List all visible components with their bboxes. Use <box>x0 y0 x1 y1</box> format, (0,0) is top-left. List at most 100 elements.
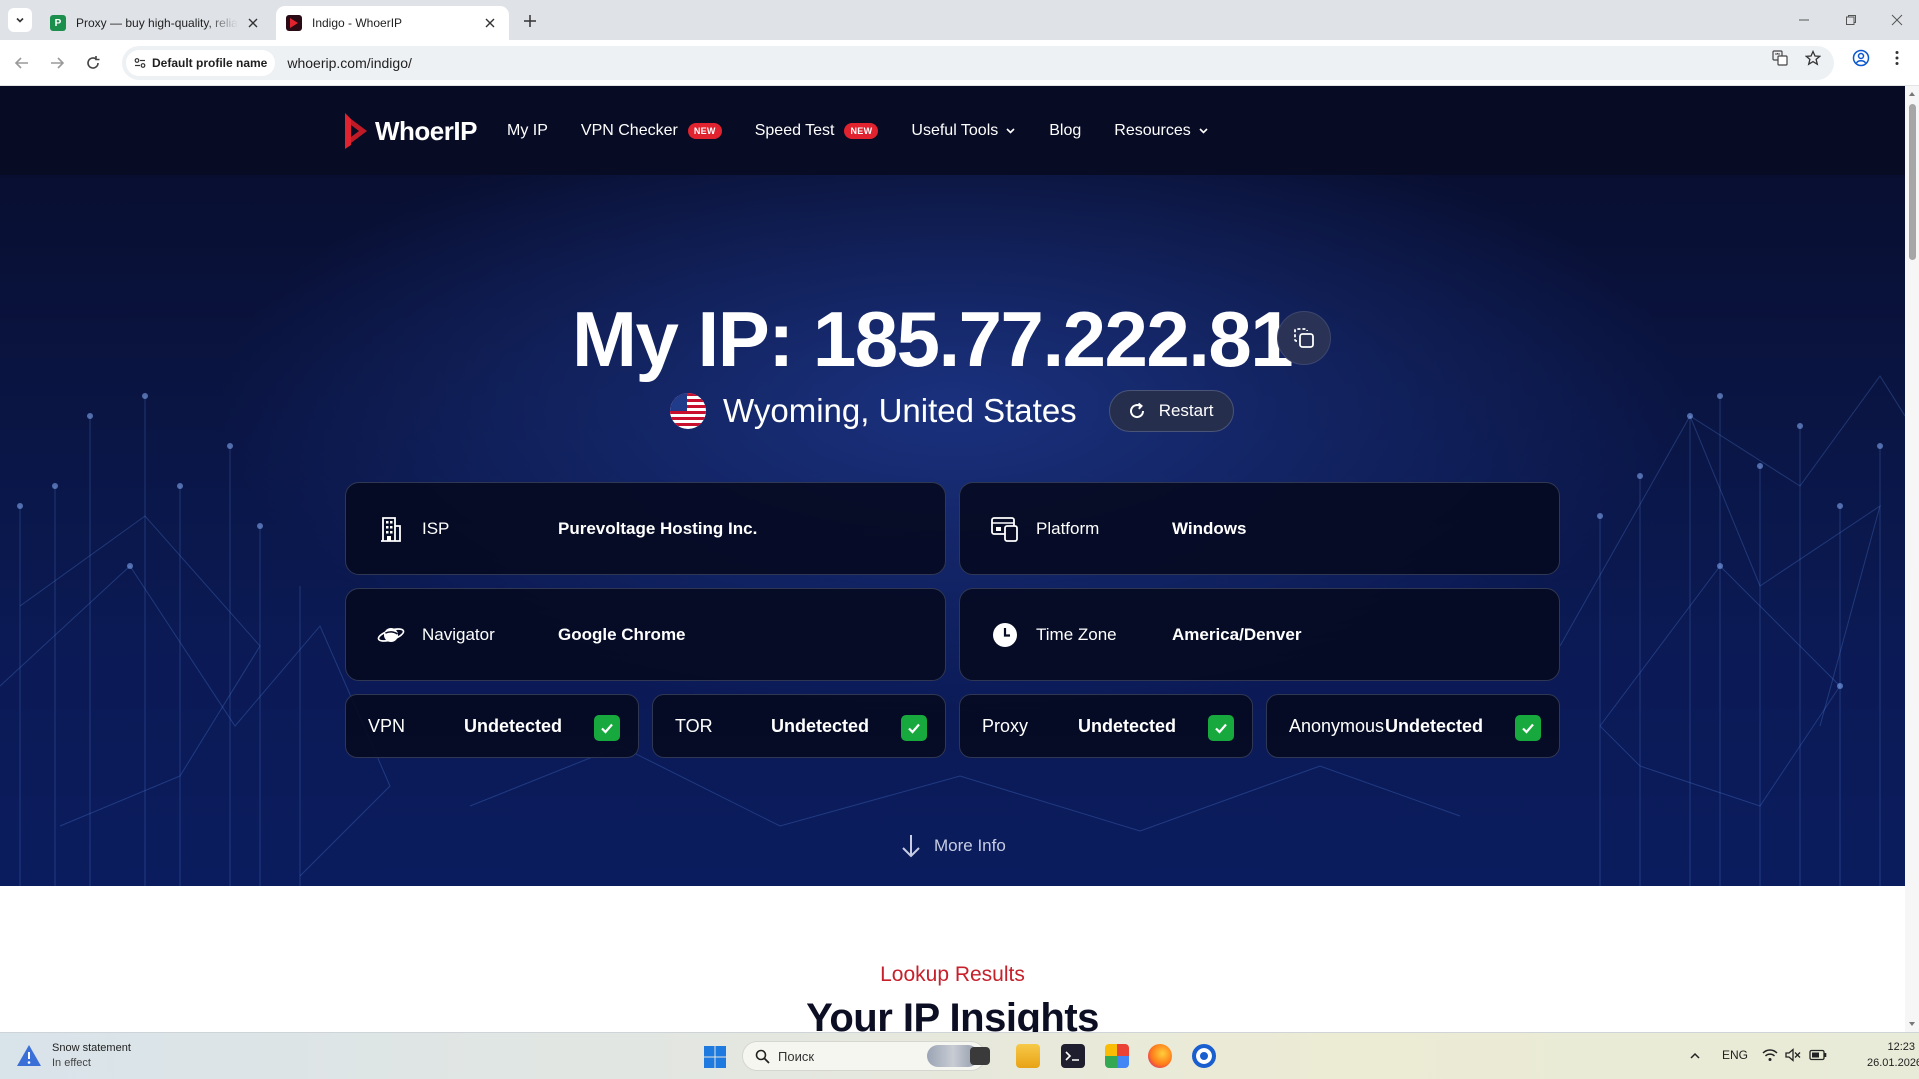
new-tab-button[interactable] <box>518 9 542 33</box>
location-text: Wyoming, United States <box>723 392 1077 429</box>
nav-speed-test[interactable]: Speed Test NEW <box>755 122 879 140</box>
checkmark-icon <box>1515 715 1541 741</box>
nav-label: Useful Tools <box>911 121 999 139</box>
restore-icon <box>1846 15 1856 25</box>
detection-label: Anonymous <box>1289 716 1385 736</box>
reload-button[interactable] <box>81 51 105 75</box>
search-placeholder: Поиск <box>778 1048 815 1064</box>
taskbar-search-box[interactable]: Поиск <box>742 1041 986 1071</box>
system-clock[interactable]: 12:23 26.01.2026 <box>1867 1039 1919 1071</box>
profile-name: Default profile name <box>152 56 268 70</box>
detection-label: VPN <box>368 716 406 736</box>
location-row: Wyoming, United States Restart <box>670 389 1235 433</box>
checkmark-icon <box>1208 715 1234 741</box>
platform-card: Platform Windows <box>959 482 1560 575</box>
main-nav: My IP VPN Checker NEW Speed Test NEW Usefu… <box>507 86 1242 175</box>
volume-muted-icon[interactable] <box>1785 1048 1801 1062</box>
isp-label: ISP <box>422 518 450 538</box>
plus-icon <box>524 15 536 27</box>
bookmark-button[interactable] <box>1802 47 1824 69</box>
nav-label: Speed Test <box>754 121 835 139</box>
nav-blog[interactable]: Blog <box>1049 122 1081 140</box>
chevron-down-icon <box>1006 128 1015 134</box>
new-badge: NEW <box>844 122 879 139</box>
whoerip-logo[interactable]: WhoerIP <box>343 111 477 151</box>
task-view-icon[interactable] <box>970 1047 990 1065</box>
minimize-window-button[interactable] <box>1790 8 1818 32</box>
vpn-detection-card: VPN Undetected <box>345 694 639 758</box>
wifi-icon[interactable] <box>1762 1048 1778 1062</box>
language-indicator[interactable]: ENG <box>1722 1048 1748 1062</box>
scroll-down-arrow-icon <box>1909 1022 1915 1026</box>
detection-value: Undetected <box>463 716 562 736</box>
platform-value: Windows <box>1172 518 1247 538</box>
proxy-detection-card: Proxy Undetected <box>959 694 1253 758</box>
nav-resources[interactable]: Resources <box>1114 122 1208 140</box>
browser-menu-button[interactable] <box>1886 47 1908 69</box>
browser-toolbar: Default profile name whoerip.com/indigo/ <box>0 40 1919 86</box>
profile-button[interactable] <box>1850 47 1872 69</box>
browser-planet-icon <box>377 621 405 649</box>
tab-proxy[interactable]: P Proxy — buy high-quality, reliable pro… <box>40 6 272 40</box>
detection-label: Proxy <box>982 716 1029 736</box>
copy-ip-button[interactable] <box>1277 311 1331 365</box>
nav-vpn-checker[interactable]: VPN Checker NEW <box>581 122 722 140</box>
close-tab-button[interactable] <box>244 14 262 32</box>
whoerip-favicon-icon <box>286 15 302 31</box>
tab-whoerip[interactable]: Indigo - WhoerIP <box>276 6 509 40</box>
scrollbar-thumb[interactable] <box>1909 104 1916 260</box>
close-tab-button[interactable] <box>481 14 499 32</box>
close-icon <box>485 18 495 28</box>
scroll-up-arrow-icon <box>1909 92 1915 96</box>
nav-label: VPN Checker <box>580 121 678 139</box>
refresh-icon <box>1129 402 1144 419</box>
chevron-down-icon <box>1199 128 1208 134</box>
chevron-up-icon[interactable] <box>1689 1050 1701 1062</box>
clock-time: 12:23 <box>1887 1041 1915 1053</box>
tab-title: Proxy — buy high-quality, reliable proxi… <box>76 16 238 30</box>
restore-window-button[interactable] <box>1837 8 1865 32</box>
reload-icon <box>87 56 100 69</box>
search-icon <box>755 1049 770 1064</box>
terminal-icon[interactable] <box>1061 1044 1085 1068</box>
start-button[interactable] <box>703 1045 727 1074</box>
back-button[interactable] <box>10 51 34 75</box>
firefox-icon[interactable] <box>1148 1044 1172 1068</box>
battery-icon[interactable] <box>1809 1049 1827 1061</box>
file-explorer-icon[interactable] <box>1016 1044 1040 1068</box>
site-info-chip[interactable]: Default profile name <box>126 50 276 76</box>
translate-icon <box>1772 50 1788 66</box>
weather-widget[interactable]: Snow statement In effect <box>16 1041 131 1071</box>
us-flag-icon <box>670 393 706 429</box>
anonymous-detection-card: Anonymous Undetected <box>1266 694 1560 758</box>
clock-icon <box>991 621 1019 649</box>
copy-icon <box>1294 328 1314 348</box>
tab-search-button[interactable] <box>8 8 32 32</box>
logo-text: WhoerIP <box>375 115 477 146</box>
weather-title: Snow statement <box>52 1042 131 1054</box>
page-viewport: WhoerIP My IP VPN Checker NEW Speed Test N… <box>0 86 1905 1032</box>
more-info-link[interactable]: More Info <box>900 831 1006 861</box>
navigator-card: Navigator Google Chrome <box>345 588 946 681</box>
warning-icon <box>17 1045 41 1066</box>
forward-button[interactable] <box>45 51 69 75</box>
restart-button[interactable]: Restart <box>1108 390 1235 432</box>
nav-useful-tools[interactable]: Useful Tools <box>911 122 1016 140</box>
url-text[interactable]: whoerip.com/indigo/ <box>287 55 412 71</box>
proxy-favicon-icon: P <box>50 15 66 31</box>
close-window-button[interactable] <box>1883 8 1911 32</box>
chrome-browser-icon[interactable] <box>1192 1044 1216 1068</box>
close-icon <box>248 18 258 28</box>
minimize-icon <box>1799 19 1809 21</box>
page-scrollbar[interactable] <box>1905 86 1919 1032</box>
snipping-tool-icon[interactable] <box>1105 1044 1129 1068</box>
nav-my-ip[interactable]: My IP <box>507 122 548 140</box>
whoerip-logo-icon <box>345 113 367 149</box>
star-icon <box>1805 50 1821 66</box>
insights-heading: Your IP Insights <box>806 996 1099 1032</box>
address-bar[interactable]: Default profile name whoerip.com/indigo/ <box>122 46 1834 80</box>
network-background <box>0 375 1905 886</box>
isp-value: Purevoltage Hosting Inc. <box>558 518 758 538</box>
translate-button[interactable] <box>1769 47 1791 69</box>
detection-value: Undetected <box>1077 716 1176 736</box>
